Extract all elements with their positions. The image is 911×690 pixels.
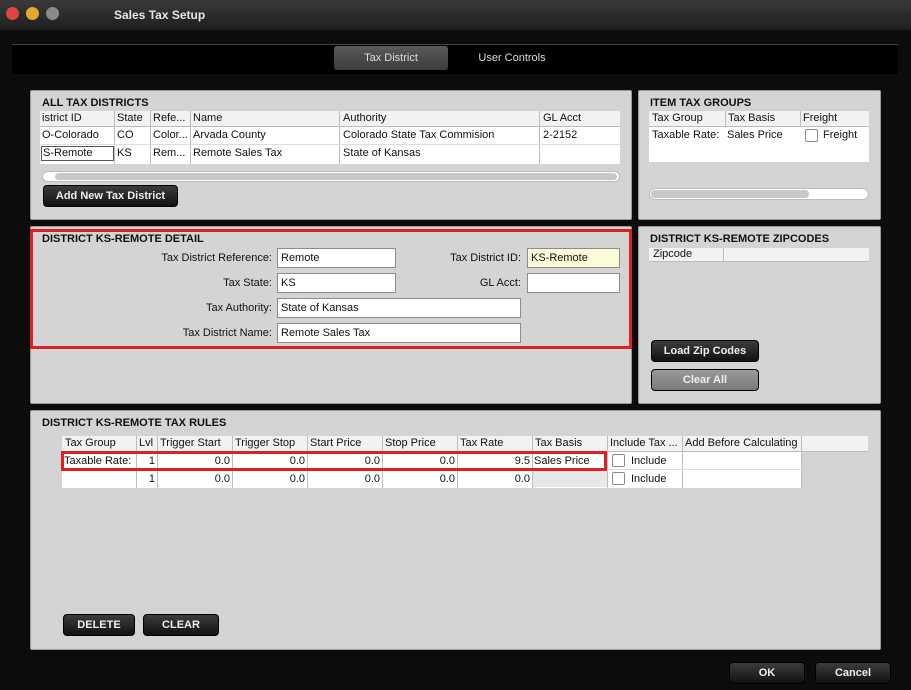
tax-rule-highlight-box xyxy=(61,451,607,471)
clear-button[interactable]: CLEAR xyxy=(143,614,219,636)
tax-district-id-label: Tax District ID: xyxy=(450,252,521,264)
load-zip-codes-button[interactable]: Load Zip Codes xyxy=(651,340,759,362)
clear-all-button[interactable]: Clear All xyxy=(651,369,759,391)
tax-authority-label: Tax Authority: xyxy=(205,302,272,314)
rule1-include-label: Include xyxy=(631,455,667,467)
district-detail-title: DISTRICT KS-REMOTE DETAIL xyxy=(42,233,204,245)
scrollbar-thumb[interactable] xyxy=(55,173,617,180)
add-new-tax-district-button[interactable]: Add New Tax District xyxy=(43,185,178,207)
col-include-tax[interactable]: Include Tax ... xyxy=(610,437,682,449)
rule2-lvl: 1 xyxy=(148,473,155,485)
rule2-tax-basis[interactable] xyxy=(533,471,607,487)
col-divider xyxy=(723,248,724,262)
freight-checkbox[interactable] xyxy=(805,129,818,142)
window-title: Sales Tax Setup xyxy=(114,8,206,22)
row1-district-id: O-Colorado xyxy=(42,129,99,141)
row2-state: KS xyxy=(117,147,132,159)
col-divider xyxy=(800,111,801,127)
item-tax-groups-title: ITEM TAX GROUPS xyxy=(650,97,752,109)
col-freight[interactable]: Freight xyxy=(803,112,863,124)
row1-gl-acct: 2-2152 xyxy=(543,129,578,141)
col-district-id[interactable]: istrict ID xyxy=(42,112,112,124)
rule1-include-checkbox[interactable] xyxy=(612,454,625,467)
tax-district-name-label: Tax District Name: xyxy=(182,327,272,339)
row2-name: Remote Sales Tax xyxy=(193,147,283,159)
tab-bar xyxy=(12,44,898,74)
col-zipcode[interactable]: Zipcode xyxy=(653,248,721,260)
item-basis-value: Sales Price xyxy=(727,129,783,141)
row1-state: CO xyxy=(117,129,134,141)
tab-tax-district[interactable]: Tax District xyxy=(334,46,448,70)
col-state[interactable]: State xyxy=(117,112,147,124)
row1-reference: Color... xyxy=(153,129,188,141)
col-name[interactable]: Name xyxy=(193,112,333,124)
rule2-start-price: 0.0 xyxy=(364,473,380,485)
col-lvl[interactable]: Lvl xyxy=(139,437,157,449)
col-divider xyxy=(725,111,726,127)
rule2-include-checkbox[interactable] xyxy=(612,472,625,485)
col-tax-basis[interactable]: Tax Basis xyxy=(535,437,607,449)
rule2-stop-price: 0.0 xyxy=(439,473,455,485)
col-gl-acct[interactable]: GL Acct xyxy=(543,112,613,124)
zoom-window-icon[interactable] xyxy=(46,7,59,20)
gl-acct-label: GL Acct: xyxy=(479,277,521,289)
col-tax-basis[interactable]: Tax Basis xyxy=(728,112,798,124)
minimize-window-icon[interactable] xyxy=(26,7,39,20)
col-authority[interactable]: Authority xyxy=(343,112,533,124)
delete-button[interactable]: DELETE xyxy=(63,614,135,636)
col-trigger-stop[interactable]: Trigger Stop xyxy=(235,437,307,449)
col-start-price[interactable]: Start Price xyxy=(310,437,382,449)
tax-district-reference-label: Tax District Reference: xyxy=(161,252,272,264)
row1-name: Arvada County xyxy=(193,129,266,141)
row2-reference: Rem... xyxy=(153,147,186,159)
row1-authority: Colorado State Tax Commision xyxy=(343,129,495,141)
tax-state-label: Tax State: xyxy=(223,277,272,289)
tax-state-field[interactable]: KS xyxy=(277,273,396,293)
gl-acct-field[interactable] xyxy=(527,273,620,293)
rule2-trigger-stop: 0.0 xyxy=(289,473,305,485)
rule2-trigger-start: 0.0 xyxy=(214,473,230,485)
close-window-icon[interactable] xyxy=(6,7,19,20)
cancel-button[interactable]: Cancel xyxy=(815,662,891,684)
scrollbar-thumb[interactable] xyxy=(651,190,809,198)
zipcodes-title: DISTRICT KS-REMOTE ZIPCODES xyxy=(650,233,830,245)
ok-button[interactable]: OK xyxy=(729,662,805,684)
tax-district-id-field[interactable]: KS-Remote xyxy=(527,248,620,268)
col-trigger-start[interactable]: Trigger Start xyxy=(160,437,232,449)
rule2-include-label: Include xyxy=(631,473,667,485)
tax-district-name-field[interactable]: Remote Sales Tax xyxy=(277,323,521,343)
tax-rules-title: DISTRICT KS-REMOTE TAX RULES xyxy=(42,417,227,429)
col-add-before-calculating[interactable]: Add Before Calculating xyxy=(685,437,801,449)
col-stop-price[interactable]: Stop Price xyxy=(385,437,457,449)
tax-district-reference-field[interactable]: Remote xyxy=(277,248,396,268)
all-tax-districts-title: ALL TAX DISTRICTS xyxy=(42,97,149,109)
tax-authority-field[interactable]: State of Kansas xyxy=(277,298,521,318)
item-group-value: Taxable Rate: xyxy=(652,129,720,141)
row2-authority: State of Kansas xyxy=(343,147,421,159)
row2-district-id: S-Remote xyxy=(41,146,114,161)
col-tax-group[interactable]: Tax Group xyxy=(652,112,722,124)
freight-label: Freight xyxy=(823,129,858,141)
col-tax-rate[interactable]: Tax Rate xyxy=(460,437,532,449)
col-reference[interactable]: Refe... xyxy=(153,112,189,124)
tab-user-controls[interactable]: User Controls xyxy=(456,46,568,70)
col-tax-group[interactable]: Tax Group xyxy=(65,437,135,449)
rule2-tax-rate: 0.0 xyxy=(514,473,530,485)
